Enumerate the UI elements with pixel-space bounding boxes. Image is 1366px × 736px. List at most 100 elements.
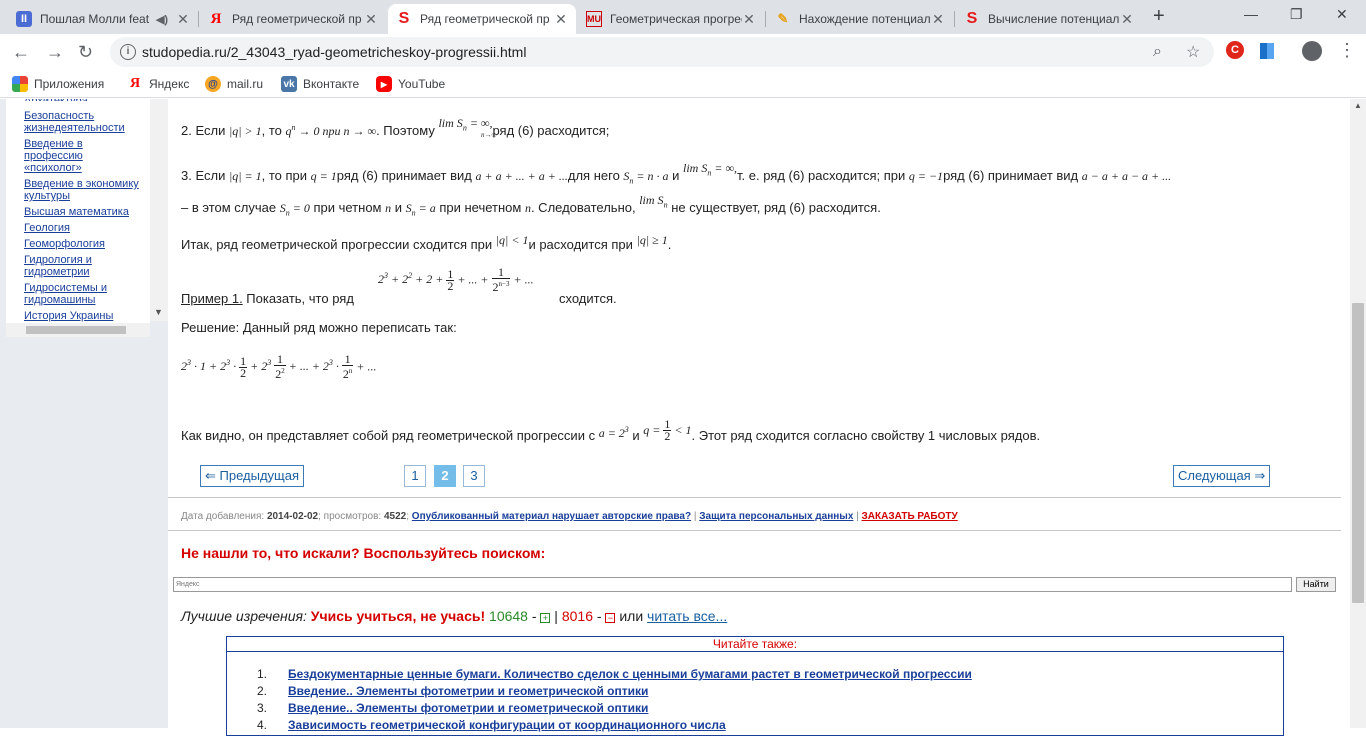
read-also-link[interactable]: Введение.. Элементы фотометрии и геометр… [288,701,648,715]
scroll-thumb[interactable] [26,326,126,334]
text: ряд (6) принимает вид [943,168,1082,183]
text: . Поэтому [376,123,439,138]
item-number: 4. [257,718,268,732]
address-bar[interactable]: i studopedia.ru/2_43043_ryad-geometriche… [110,37,1214,67]
tab-title: Ряд геометрической пр [232,12,362,26]
read-also-link[interactable]: Введение.. Элементы фотометрии и геометр… [288,684,648,698]
restore-icon[interactable]: ❐ [1290,6,1303,23]
youtube-icon: ▶ [376,76,392,92]
reload-icon[interactable]: ↻ [78,42,93,63]
bookmark-label: Вконтакте [303,77,360,91]
order-work-link[interactable]: ЗАКАЗАТЬ РАБОТУ [862,511,958,522]
scroll-thumb[interactable] [1352,303,1364,603]
page-1-button[interactable]: 1 [404,465,426,487]
tab-title: Нахождение потенциала [799,12,931,26]
tab-molly[interactable]: II Пошлая Молли feat ◀) ✕ [8,4,198,34]
item-number: 2. [257,684,268,698]
bookmark-youtube[interactable]: ▶ YouTube [376,76,445,92]
sidebar-item-geology[interactable]: Геология [24,222,148,234]
close-icon[interactable]: ✕ [364,11,378,28]
close-icon[interactable]: ✕ [742,11,756,28]
date-added: 2014-02-02 [266,511,319,522]
page-3-button[interactable]: 3 [463,465,485,487]
sidebar-item-hydrology[interactable]: Гидрология и гидрометрии [24,254,124,278]
tab-potential-2[interactable]: S Вычисление потенциала ✕ [956,4,1142,34]
search-button[interactable]: Найти [1296,577,1336,592]
list-item: 4. Зависимость геометрической конфигураци… [257,718,726,732]
read-also-heading: Читайте также: [227,637,1283,652]
article: 2. Если |q| > 1, то qn → 0 при n → ∞. По… [168,99,1350,736]
close-icon[interactable]: ✕ [1120,11,1134,28]
text: ряд (6) расходится; [492,123,610,138]
text: Дата добавления: [181,511,267,522]
list-item: 1. Бездокументарные ценные бумаги. Количе… [257,667,972,681]
text: , то [261,123,286,138]
item-number: 3. [257,701,268,715]
extension-icon[interactable]: C [1226,41,1244,59]
copyright-link[interactable]: Опубликованный материал нарушает авторск… [412,511,691,522]
sidebar-horizontal-scrollbar[interactable] [6,323,150,337]
pencil-icon: ✎ [777,11,789,26]
text: – в этом случае [181,200,280,215]
sidebar-scrollbar[interactable]: ▼ [150,99,168,321]
privacy-link[interactable]: Защита персональных данных [699,511,853,522]
profile-icon[interactable] [1302,41,1322,61]
tab-separator [765,11,766,27]
studopedia-icon: S [398,10,410,27]
quote-label: Лучшие изречения: [181,608,311,624]
read-also-link[interactable]: Зависимость геометрической конфигурации … [288,718,726,732]
speaker-icon[interactable]: ◀) [154,11,170,27]
tab-potential-1[interactable]: ✎ Нахождение потенциала ✕ [767,4,953,34]
mu-icon: MU [586,11,602,27]
bookmark-label: Приложения [34,77,105,91]
list-item: 2. Введение.. Элементы фотометрии и геоме… [257,684,648,698]
back-icon[interactable]: ← [12,42,30,63]
sidebar-item-hydrosystems[interactable]: Гидросистемы и гидромашины [24,282,134,306]
likes-count: 10648 [489,608,528,624]
close-icon[interactable]: ✕ [176,11,190,28]
sidebar-item-geomorphology[interactable]: Геоморфология [24,238,148,250]
list-item: 3. Введение.. Элементы фотометрии и геоме… [257,701,648,715]
search-input[interactable] [173,577,1292,592]
sidebar-item-psychology[interactable]: Введение в профессию «психолог» [24,138,124,174]
close-icon[interactable]: ✕ [931,11,945,28]
mailru-icon: @ [205,76,221,92]
scroll-down-icon[interactable]: ▼ [154,307,163,317]
bookmark-star-icon[interactable]: ☆ [1186,42,1200,62]
tab-studopedia-active[interactable]: S Ряд геометрической пр ✕ [388,4,576,34]
read-also-link[interactable]: Бездокументарные ценные бумаги. Количест… [288,667,972,681]
forward-icon[interactable]: → [46,42,64,63]
plus-icon[interactable]: + [540,613,551,623]
extension-book-icon[interactable] [1260,43,1274,59]
next-page-button[interactable]: Следующая ⇒ [1173,465,1271,487]
zoom-icon[interactable]: ⌕ [1153,43,1162,61]
prev-page-button[interactable]: ⇐ Предыдущая [200,465,305,487]
view-count: 4522 [383,511,407,522]
info-icon[interactable]: i [120,44,136,60]
sidebar-item-ukraine-history[interactable]: История Украины [24,310,148,322]
scroll-up-icon[interactable]: ▲ [1354,101,1362,110]
bookmark-vk[interactable]: vk Вконтакте [281,76,359,92]
bookmarks-bar: Приложения Я Яндекс @ mail.ru vk Вконтак… [0,70,1366,98]
tab-yandex-search[interactable]: Я Ряд геометрической пр ✕ [200,4,386,34]
page-scrollbar[interactable]: ▲ [1350,99,1366,728]
sidebar-item-safety[interactable]: Безопасность жизнедеятельности [24,110,146,134]
read-all-link[interactable]: читать все... [647,608,727,624]
text: при четном [313,200,386,215]
tab-mu[interactable]: MU Геометрическая прогрес ✕ [578,4,764,34]
bookmark-yandex[interactable]: Я Яндекс [127,76,189,92]
new-tab-icon[interactable]: + [1153,5,1165,28]
solution: Решение: Данный ряд можно переписать так… [181,320,457,335]
sidebar-item-higher-math[interactable]: Высшая математика [24,206,148,218]
minimize-icon[interactable]: — [1244,6,1258,22]
window-close-icon[interactable]: ✕ [1336,6,1348,23]
close-icon[interactable]: ✕ [554,11,568,28]
sidebar-item-culture-economy[interactable]: Введение в экономику культуры [24,178,148,202]
menu-icon[interactable]: ⋮ [1338,40,1356,61]
text: . Этот ряд сходится согласно свойству 1 … [691,427,1041,443]
sidebar-item-partial[interactable]: Архитектура [24,99,134,101]
bookmark-mailru[interactable]: @ mail.ru [205,76,263,92]
yandex-icon: Я [210,10,222,27]
bookmark-apps[interactable]: Приложения [12,76,104,92]
minus-icon[interactable]: − [605,613,616,623]
